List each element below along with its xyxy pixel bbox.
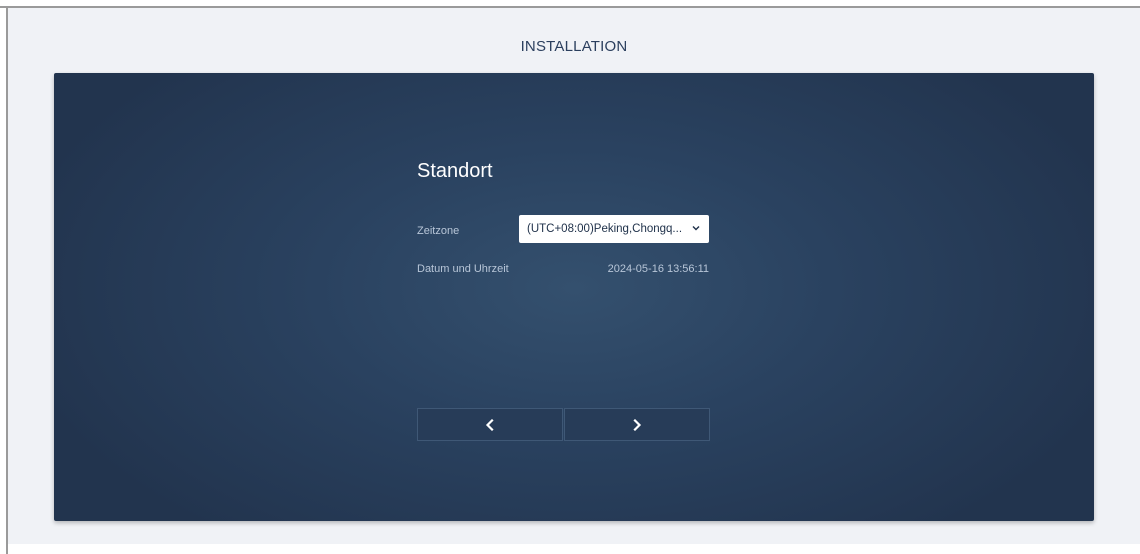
chevron-left-icon bbox=[485, 418, 494, 431]
setup-panel: Standort Zeitzone (UTC+08:00)Peking,Chon… bbox=[54, 73, 1094, 521]
chevron-down-icon bbox=[692, 226, 700, 231]
next-button[interactable] bbox=[564, 408, 710, 441]
chevron-right-icon bbox=[633, 418, 642, 431]
back-button[interactable] bbox=[417, 408, 563, 441]
timezone-select[interactable]: (UTC+08:00)Peking,Chongq... bbox=[519, 215, 709, 243]
timezone-select-value: (UTC+08:00)Peking,Chongq... bbox=[527, 223, 683, 235]
page-title: INSTALLATION bbox=[520, 38, 628, 55]
datetime-label: Datum und Uhrzeit bbox=[417, 263, 509, 275]
datetime-value: 2024-05-16 13:56:11 bbox=[607, 263, 709, 275]
section-title: Standort bbox=[417, 160, 493, 182]
installation-page: INSTALLATION Standort Zeitzone (UTC+08:0… bbox=[8, 8, 1140, 544]
timezone-label: Zeitzone bbox=[417, 225, 460, 237]
